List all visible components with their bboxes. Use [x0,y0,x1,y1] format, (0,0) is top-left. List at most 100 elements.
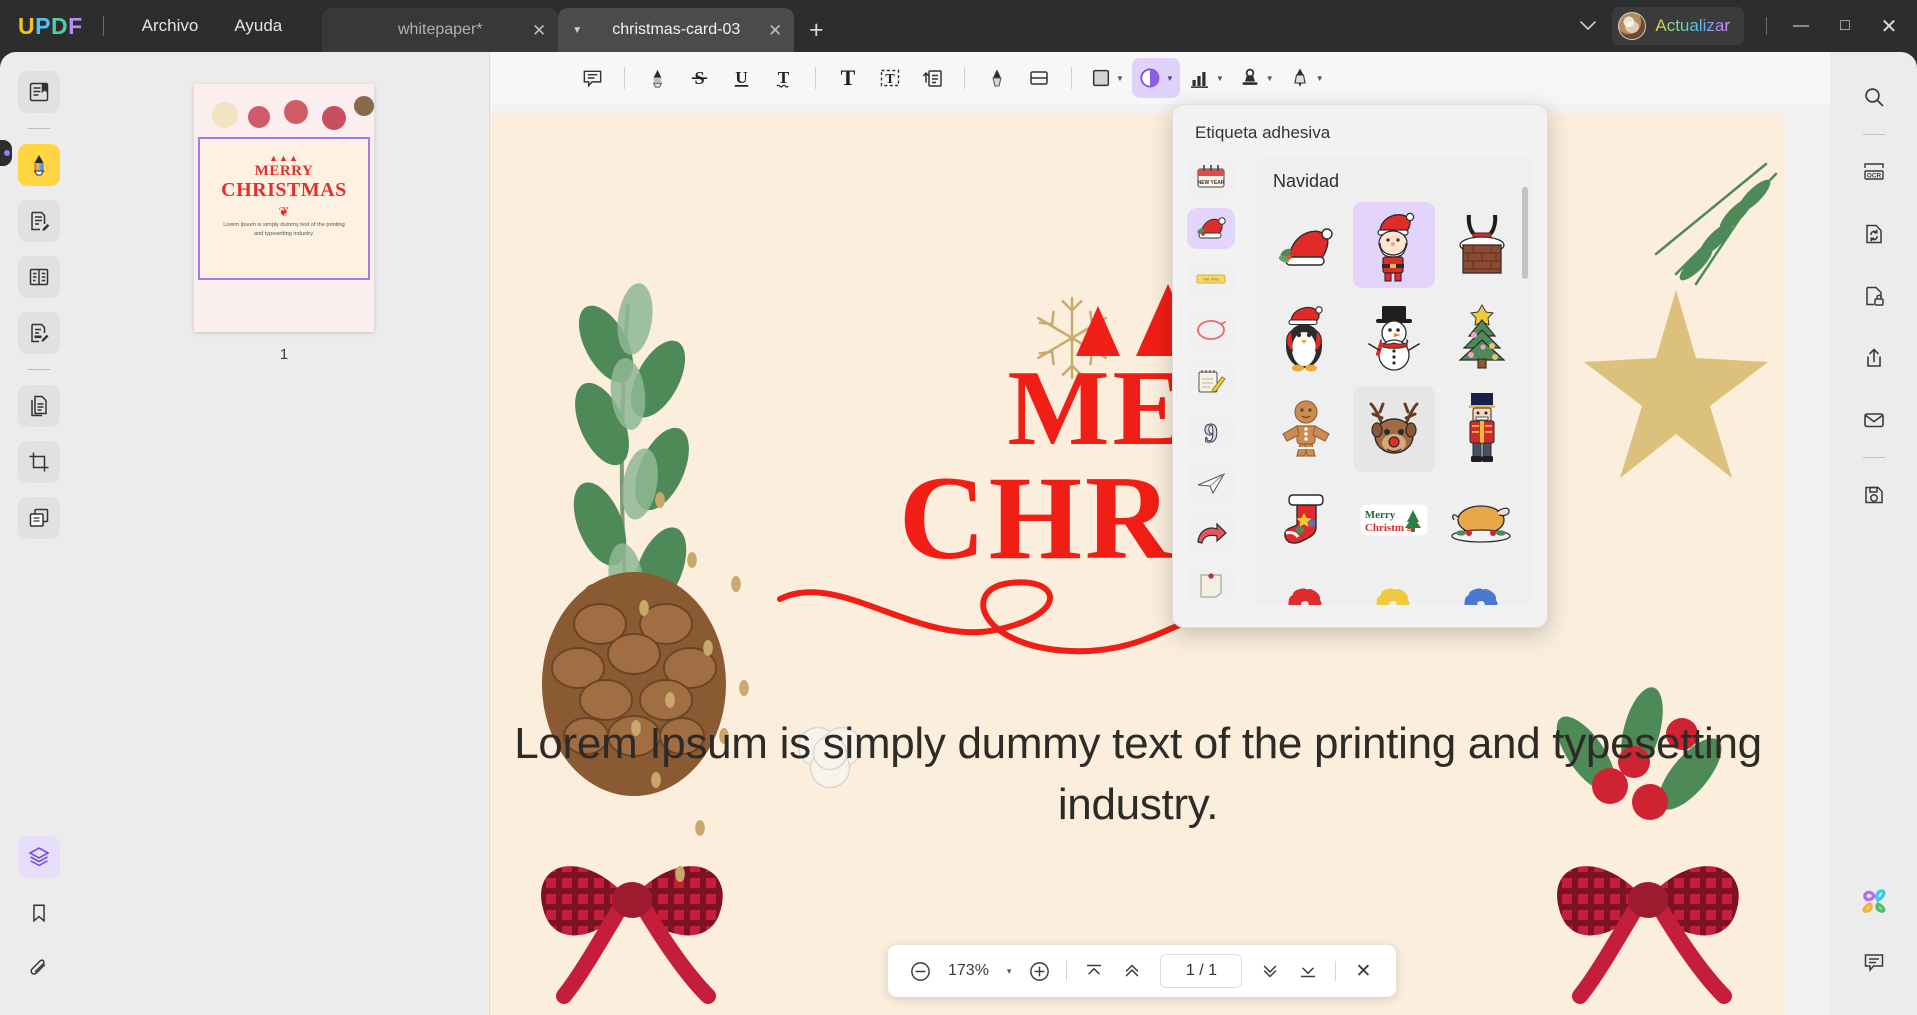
menu-archivo[interactable]: Archivo [124,0,217,52]
sticker-christmas-tree[interactable] [1441,294,1523,380]
sign-document-icon [27,321,51,345]
right-item-search[interactable] [1852,75,1896,119]
right-item-email[interactable] [1852,398,1896,442]
zoom-dropdown-caret-icon[interactable]: ▾ [999,966,1020,977]
thumbnail-panel: ▲▲▲ MERRY CHRISTMAS ❦ Lorem Ipsum is sim… [78,52,490,1015]
first-page-button[interactable] [1076,953,1112,989]
sticker-category-notepad[interactable] [1187,360,1235,402]
tool-signature[interactable]: ▼ [1282,58,1330,98]
chevron-down-icon[interactable]: ▼ [1116,74,1124,83]
sidebar-item-sign[interactable] [18,312,60,354]
sidebar-item-crop[interactable] [18,441,60,483]
sidebar-item-reader[interactable] [18,71,60,113]
right-item-ai-assistant[interactable] [1852,878,1896,922]
maximize-button[interactable]: □ [1823,0,1867,52]
menu-ayuda[interactable]: Ayuda [216,0,300,52]
sidebar-item-edit[interactable] [18,200,60,242]
sticker-stocking[interactable] [1265,478,1347,564]
next-page-button[interactable] [1252,953,1288,989]
tool-text-callout[interactable]: T [870,58,910,98]
tool-stamp[interactable]: ▼ [1232,58,1280,98]
tool-strikethrough[interactable]: S [679,58,719,98]
right-item-comments-panel[interactable] [1852,940,1896,984]
right-item-ocr[interactable]: OCR [1852,150,1896,194]
sticker-category-column[interactable]: NEW YEAR TAB TABS 9 [1187,157,1243,605]
sidebar-item-batch[interactable] [18,497,60,539]
sticker-category-tag[interactable]: TAB TABS [1187,258,1235,300]
tool-text-callout-arrow[interactable] [912,58,952,98]
sticker-category-new-year[interactable]: NEW YEAR [1187,157,1235,198]
tab-christmas-card-03-close-icon[interactable]: ✕ [768,22,782,39]
tab-whitepaper[interactable]: whitepaper* ✕ [322,8,559,52]
sticker-nutcracker[interactable] [1441,386,1523,472]
sidebar-item-pages[interactable] [18,385,60,427]
sticker-santa-hat[interactable] [1265,202,1347,288]
thumbnail-page-1[interactable]: ▲▲▲ MERRY CHRISTMAS ❦ Lorem Ipsum is sim… [194,84,374,332]
tool-sticker[interactable]: ▼ [1131,58,1180,98]
tool-measure[interactable]: ▼ [1182,58,1230,98]
document-page-1[interactable]: MER CHRIST Lorem Ipsum is simply dummy t… [490,114,1786,1015]
sticker-popup-panel[interactable]: Etiqueta adhesiva NEW YEAR TAB TABS 9 Na… [1172,104,1548,628]
logo-letter-u: U [18,12,36,39]
sticker-candy-cane-yellow[interactable] [1353,570,1435,605]
sticker-merry-christmas-text[interactable]: Merry Christm s [1353,478,1435,564]
sticker-reindeer[interactable] [1353,386,1435,472]
sticker-category-navidad[interactable] [1187,207,1235,249]
zoom-level-value[interactable]: 173% [940,962,997,980]
close-navigation-bar-button[interactable]: ✕ [1345,953,1381,989]
sticker-category-note[interactable] [1187,564,1235,605]
sticker-category-numbers[interactable]: 9 [1187,411,1235,453]
chevron-down-icon[interactable]: ▼ [1166,74,1174,83]
tool-highlight[interactable] [637,58,677,98]
tool-eraser[interactable] [1019,58,1059,98]
chevron-down-icon[interactable] [1564,21,1612,31]
sticker-penguin[interactable] [1265,294,1347,380]
right-item-save[interactable] [1852,473,1896,517]
tab-whitepaper-close-icon[interactable]: ✕ [532,22,546,39]
sidebar-item-comment-highlight[interactable] [18,144,60,186]
tab-christmas-card-03[interactable]: ▼ christmas-card-03 ✕ [558,8,795,52]
right-item-protect[interactable] [1852,274,1896,318]
page-indicator[interactable]: 1 / 1 [1160,954,1243,988]
sticker-candy-cane-blue[interactable] [1441,570,1523,605]
close-window-button[interactable]: ✕ [1867,0,1911,52]
chevron-down-icon[interactable]: ▼ [1266,74,1274,83]
tab-whitepaper-label: whitepaper* [398,21,483,38]
sticker-category-circle[interactable] [1187,309,1235,351]
merry-christmas-text-sticker: Merry Christm s [1359,503,1429,537]
sticker-grid-column[interactable]: Navidad Merry Christm s [1255,157,1533,605]
left-sidebar-bottom [18,829,60,1015]
chevron-down-icon[interactable]: ▼ [1216,74,1224,83]
zoom-in-button[interactable] [1021,953,1057,989]
sticker-gingerbread[interactable] [1265,386,1347,472]
last-page-button[interactable] [1290,953,1326,989]
tool-underline[interactable]: U [721,58,761,98]
sidebar-item-layers[interactable] [18,836,60,878]
sticker-candy-cane-red[interactable] [1265,570,1347,605]
tool-squiggly[interactable]: T [763,58,803,98]
right-item-convert[interactable] [1852,212,1896,256]
tab-dropdown-caret-icon[interactable]: ▼ [572,25,582,36]
tool-shapes[interactable]: ▼ [1084,58,1130,98]
update-button[interactable]: Actualizar [1612,7,1744,45]
sticker-category-arrow[interactable] [1187,513,1235,555]
new-tab-button[interactable]: + [794,8,838,52]
document-viewport[interactable]: MER CHRIST Lorem Ipsum is simply dummy t… [490,104,1830,1015]
sidebar-item-bookmark[interactable] [18,892,60,934]
tool-pencil[interactable] [977,58,1017,98]
sticker-category-paper-plane[interactable] [1187,462,1235,504]
sticker-grid-scrollbar[interactable] [1522,187,1528,279]
sidebar-item-organize[interactable] [18,256,60,298]
zoom-out-button[interactable] [902,953,938,989]
minimize-button[interactable]: — [1779,0,1823,52]
tool-note[interactable] [572,58,612,98]
chevron-down-icon[interactable]: ▼ [1316,74,1324,83]
sticker-roast-turkey[interactable] [1441,478,1523,564]
sidebar-item-attachment[interactable] [18,948,60,990]
previous-page-button[interactable] [1114,953,1150,989]
sticker-santa-claus[interactable] [1353,202,1435,288]
tool-text-box[interactable]: T [828,58,868,98]
sticker-snowman[interactable] [1353,294,1435,380]
right-item-share[interactable] [1852,336,1896,380]
sticker-chimney[interactable] [1441,202,1523,288]
